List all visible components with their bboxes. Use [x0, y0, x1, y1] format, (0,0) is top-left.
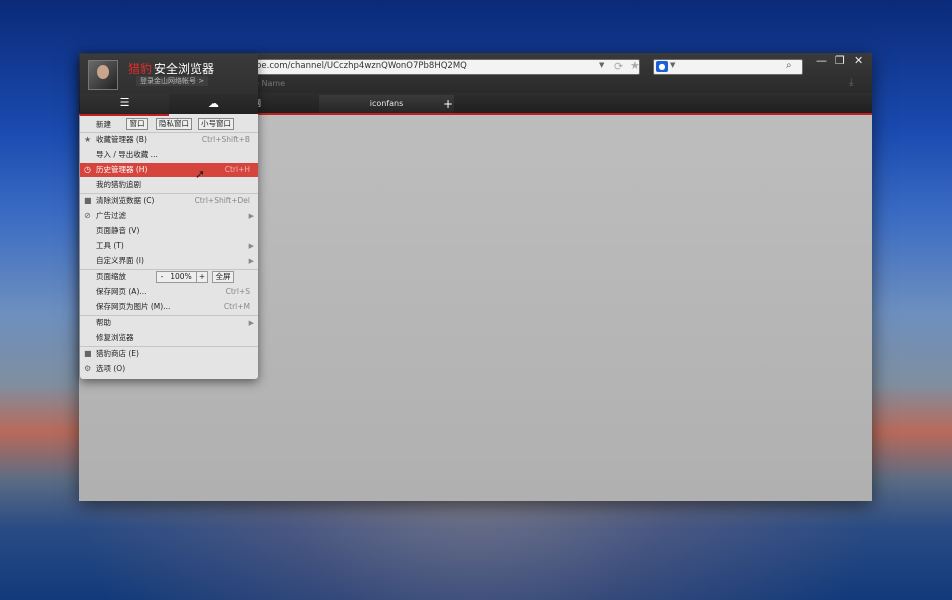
avatar[interactable] — [88, 60, 118, 90]
new-label: 新建 — [96, 120, 111, 129]
menu-item-history-manager[interactable]: ◷ 历史管理器 (H) Ctrl+H — [80, 163, 258, 177]
new-tab-button[interactable]: + — [441, 95, 455, 113]
bookmark-item[interactable]: e Name — [254, 79, 285, 88]
menu-item-repair-browser[interactable]: 修复浏览器 — [80, 331, 258, 345]
clear-icon: ■ — [84, 196, 92, 205]
submenu-arrow-icon: ▶ — [248, 242, 254, 250]
menu-item-clear-data[interactable]: ■ 清除浏览数据 (C) Ctrl+Shift+Del — [80, 194, 258, 208]
menu-item-ad-filter[interactable]: ⊘ 广告过滤 ▶ — [80, 209, 258, 223]
menu-tab-cloud[interactable]: ☁ — [169, 94, 258, 114]
search-input[interactable]: ● ▼ ⌕ — [653, 59, 803, 75]
login-link[interactable]: 登录金山网络帐号 > — [136, 76, 209, 86]
search-engine-dropdown-icon[interactable]: ▼ — [670, 61, 675, 69]
refresh-icon[interactable]: ⟳ — [614, 60, 623, 73]
new-small-window-button[interactable]: 小号窗口 — [198, 118, 234, 130]
address-bar[interactable]: be.com/channel/UCczhp4wznQWonO7Pb8HQ2MQ … — [253, 59, 640, 75]
ad-block-icon: ⊘ — [84, 211, 91, 220]
store-icon: ■ — [84, 349, 92, 358]
main-menu: 猎豹 安全浏览器 登录金山网络帐号 > ☰ ☁ 新建 窗口 隐私窗口 小号窗口 … — [80, 54, 258, 379]
new-private-window-button[interactable]: 隐私窗口 — [156, 118, 192, 130]
clock-icon: ◷ — [84, 165, 91, 174]
menu-item-customize[interactable]: 自定义界面 (I) ▶ — [80, 254, 258, 268]
maximize-button[interactable]: ❐ — [835, 54, 845, 67]
cloud-upload-icon: ☁ — [208, 97, 219, 110]
fullscreen-button[interactable]: 全屏 — [212, 271, 234, 283]
brand-name: 安全浏览器 — [154, 62, 215, 76]
menu-item-save-page[interactable]: 保存网页 (A)... Ctrl+S — [80, 285, 258, 299]
menu-item-import-export[interactable]: 导入 / 导出收藏 ... — [80, 148, 258, 162]
close-button[interactable]: ✕ — [854, 54, 863, 67]
menu-item-store[interactable]: ■ 猎豹商店 (E) — [80, 347, 258, 361]
menu-item-zoom: 页面缩放 - 100% + 全屏 — [80, 270, 258, 284]
menu-item-save-as-image[interactable]: 保存网页为图片 (M)... Ctrl+M — [80, 300, 258, 314]
menu-item-tools[interactable]: 工具 (T) ▶ — [80, 239, 258, 253]
address-url-text: be.com/channel/UCczhp4wznQWonO7Pb8HQ2MQ — [256, 61, 467, 71]
address-dropdown-icon[interactable]: ▼ — [599, 61, 604, 69]
menu-item-options[interactable]: ⚙ 选项 (O) — [80, 362, 258, 376]
menu-item-help[interactable]: 帮助 ▶ — [80, 316, 258, 330]
new-window-row: 新建 窗口 隐私窗口 小号窗口 — [80, 116, 258, 132]
new-window-button[interactable]: 窗口 — [126, 118, 148, 130]
tab-1[interactable]: 网 — [253, 95, 317, 113]
star-icon: ★ — [84, 135, 92, 144]
minimize-button[interactable]: — — [816, 54, 827, 67]
mouse-cursor-icon: ➚ — [195, 167, 206, 181]
zoom-in-button[interactable]: + — [196, 271, 208, 283]
zoom-level: 100% — [166, 271, 196, 283]
submenu-arrow-icon: ▶ — [248, 212, 254, 220]
brand-name-red: 猎豹 — [128, 62, 153, 76]
baidu-paw-icon[interactable]: ● — [656, 61, 668, 72]
download-icon[interactable]: ⤓ — [849, 77, 853, 88]
gear-icon: ⚙ — [84, 364, 92, 373]
menu-item-bookmark-manager[interactable]: ★ 收藏管理器 (B) Ctrl+Shift+B — [80, 133, 258, 147]
search-icon[interactable]: ⌕ — [786, 60, 792, 71]
menu-item-my-series[interactable]: 我的猎豹追剧 — [80, 178, 258, 192]
tab-iconfans[interactable]: iconfans — [319, 95, 454, 113]
list-icon: ☰ — [119, 96, 130, 109]
submenu-arrow-icon: ▶ — [248, 257, 254, 265]
avatar-face — [97, 65, 109, 79]
bookmark-star-icon[interactable]: ★ — [630, 59, 640, 72]
menu-item-mute-page[interactable]: 页面静音 (V) — [80, 224, 258, 238]
submenu-arrow-icon: ▶ — [248, 319, 254, 327]
menu-tab-list[interactable]: ☰ — [80, 94, 169, 116]
